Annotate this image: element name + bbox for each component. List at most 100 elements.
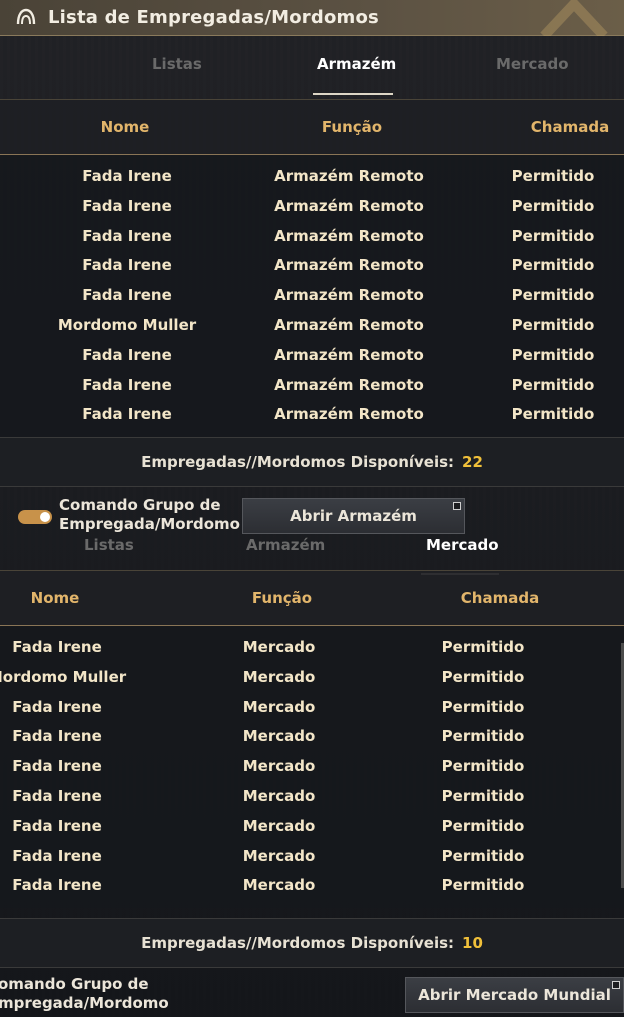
row-call: Permitido: [441, 727, 525, 746]
group-command-line2: mpregada/Mordomo: [0, 994, 169, 1012]
popout-icon: [612, 981, 620, 989]
row-name: Fada Irene: [82, 196, 172, 215]
row-function: Armazém Remoto: [274, 196, 424, 215]
column-header-function[interactable]: Função: [252, 589, 312, 607]
window-title: Lista de Empregadas/Mordomos: [48, 7, 379, 28]
tab-mercado[interactable]: Mercado: [426, 536, 499, 554]
row-call: Permitido: [511, 375, 595, 394]
tab-armazem[interactable]: Armazém: [246, 536, 325, 554]
list-item[interactable]: Fada Irene Armazém Remoto Permitido: [0, 221, 624, 251]
row-name: Fada Irene: [82, 167, 172, 185]
row-name: Fada Irene: [12, 727, 102, 746]
row-function: Mercado: [242, 638, 316, 656]
list-item[interactable]: Fada Irene Armazém Remoto Permitido: [0, 370, 624, 400]
list-item[interactable]: Fada Irene Mercado Permitido: [0, 632, 624, 662]
active-tab-indicator: [313, 93, 393, 95]
list-item[interactable]: Fada Irene Mercado Permitido: [0, 811, 624, 841]
row-call: Permitido: [441, 876, 525, 895]
table-header: Nome Função Chamada: [0, 570, 624, 626]
list-item[interactable]: Fada Irene Mercado Permitido: [0, 841, 624, 871]
row-name: Fada Irene: [12, 697, 102, 716]
market-panel: Listas Armazém Mercado Nome Função Chama…: [0, 518, 624, 1017]
row-call: Permitido: [511, 256, 595, 275]
warehouse-panel: Listas Armazém Mercado Nome Função Chama…: [0, 37, 624, 534]
column-header-name[interactable]: Nome: [31, 589, 80, 607]
market-available: Empregadas//Mordomos Disponíveis: 10: [0, 918, 624, 968]
row-name: Fada Irene: [12, 757, 102, 776]
list-item[interactable]: Mordomo Muller Armazém Remoto Permitido: [0, 310, 624, 340]
list-item[interactable]: Fada Irene Armazém Remoto Permitido: [0, 161, 624, 191]
column-header-call[interactable]: Chamada: [531, 118, 609, 136]
row-name: Fada Irene: [12, 846, 102, 865]
column-header-call[interactable]: Chamada: [461, 589, 539, 607]
row-name: Fada Irene: [12, 787, 102, 805]
group-command-line1: omando Grupo de: [0, 975, 149, 993]
row-function: Mercado: [242, 787, 316, 805]
row-function: Mercado: [242, 757, 316, 776]
row-function: Mercado: [242, 876, 316, 895]
row-function: Armazém Remoto: [274, 167, 424, 185]
list-item[interactable]: Fada Irene Armazém Remoto Permitido: [0, 280, 624, 310]
available-count: 22: [462, 453, 483, 471]
row-function: Armazém Remoto: [274, 316, 424, 334]
row-call: Permitido: [441, 846, 525, 865]
available-label: Empregadas//Mordomos Disponíveis:: [141, 934, 455, 952]
tab-listas[interactable]: Listas: [84, 536, 134, 554]
window-titlebar: Lista de Empregadas/Mordomos: [0, 0, 624, 36]
list-item[interactable]: Fada Irene Armazém Remoto Permitido: [0, 340, 624, 370]
warehouse-tabs: Listas Armazém Mercado: [0, 37, 624, 99]
row-call: Permitido: [511, 345, 595, 364]
row-function: Mercado: [242, 667, 316, 686]
list-item[interactable]: Fada Irene Armazém Remoto Permitido: [0, 250, 624, 280]
row-call: Permitido: [511, 226, 595, 245]
row-call: Permitido: [511, 286, 595, 305]
row-name: Fada Irene: [82, 345, 172, 364]
tab-mercado[interactable]: Mercado: [496, 55, 569, 73]
group-command-line1: Comando Grupo de: [59, 496, 221, 514]
row-name: Mordomo Muller: [57, 316, 197, 334]
open-world-market-button[interactable]: Abrir Mercado Mundial: [405, 977, 624, 1013]
list-item[interactable]: Fada Irene Mercado Permitido: [0, 870, 624, 900]
row-name: Fada Irene: [12, 876, 102, 895]
helmet-icon: [12, 4, 40, 32]
column-header-function[interactable]: Função: [322, 118, 382, 136]
row-call: Permitido: [511, 196, 595, 215]
list-item[interactable]: Fada Irene Mercado Permitido: [0, 721, 624, 751]
row-name: Fada Irene: [12, 816, 102, 835]
row-call: Permitido: [511, 167, 595, 185]
row-call: Permitido: [511, 405, 595, 424]
list-item[interactable]: Fada Irene Mercado Permitido: [0, 781, 624, 811]
popout-icon: [453, 502, 461, 510]
row-name: Fada Irene: [82, 226, 172, 245]
title-decoration: [534, 0, 614, 36]
list-item[interactable]: Fada Irene Mercado Permitido: [0, 692, 624, 722]
list-item[interactable]: Fada Irene Armazém Remoto Permitido: [0, 399, 624, 429]
row-function: Armazém Remoto: [274, 256, 424, 275]
row-call: Permitido: [441, 667, 525, 686]
row-name: Fada Irene: [82, 256, 172, 275]
list-item[interactable]: Fada Irene Mercado Permitido: [0, 751, 624, 781]
row-call: Permitido: [441, 757, 525, 776]
tab-listas[interactable]: Listas: [152, 55, 202, 73]
list-item[interactable]: Mordomo Muller Mercado Permitido: [0, 662, 624, 692]
row-function: Mercado: [242, 697, 316, 716]
row-call: Permitido: [511, 316, 595, 334]
list-item[interactable]: Fada Irene Armazém Remoto Permitido: [0, 191, 624, 221]
row-name: Fada Irene: [12, 638, 102, 656]
column-header-name[interactable]: Nome: [101, 118, 150, 136]
row-call: Permitido: [441, 638, 525, 656]
row-function: Armazém Remoto: [274, 286, 424, 305]
warehouse-available: Empregadas//Mordomos Disponíveis: 22: [0, 437, 624, 487]
tab-armazem[interactable]: Armazém: [317, 55, 396, 73]
row-function: Mercado: [242, 727, 316, 746]
open-world-market-label: Abrir Mercado Mundial: [418, 986, 611, 1004]
row-name: Mordomo Muller: [0, 667, 127, 686]
row-function: Armazém Remoto: [274, 405, 424, 424]
warehouse-list: Fada Irene Armazém Remoto Permitido Fada Ir…: [0, 155, 624, 437]
row-call: Permitido: [441, 816, 525, 835]
market-list: Fada Irene Mercado Permitido Mordomo Muller…: [0, 626, 624, 908]
row-name: Fada Irene: [82, 375, 172, 394]
row-call: Permitido: [441, 787, 525, 805]
row-call: Permitido: [441, 697, 525, 716]
available-count: 10: [462, 934, 483, 952]
